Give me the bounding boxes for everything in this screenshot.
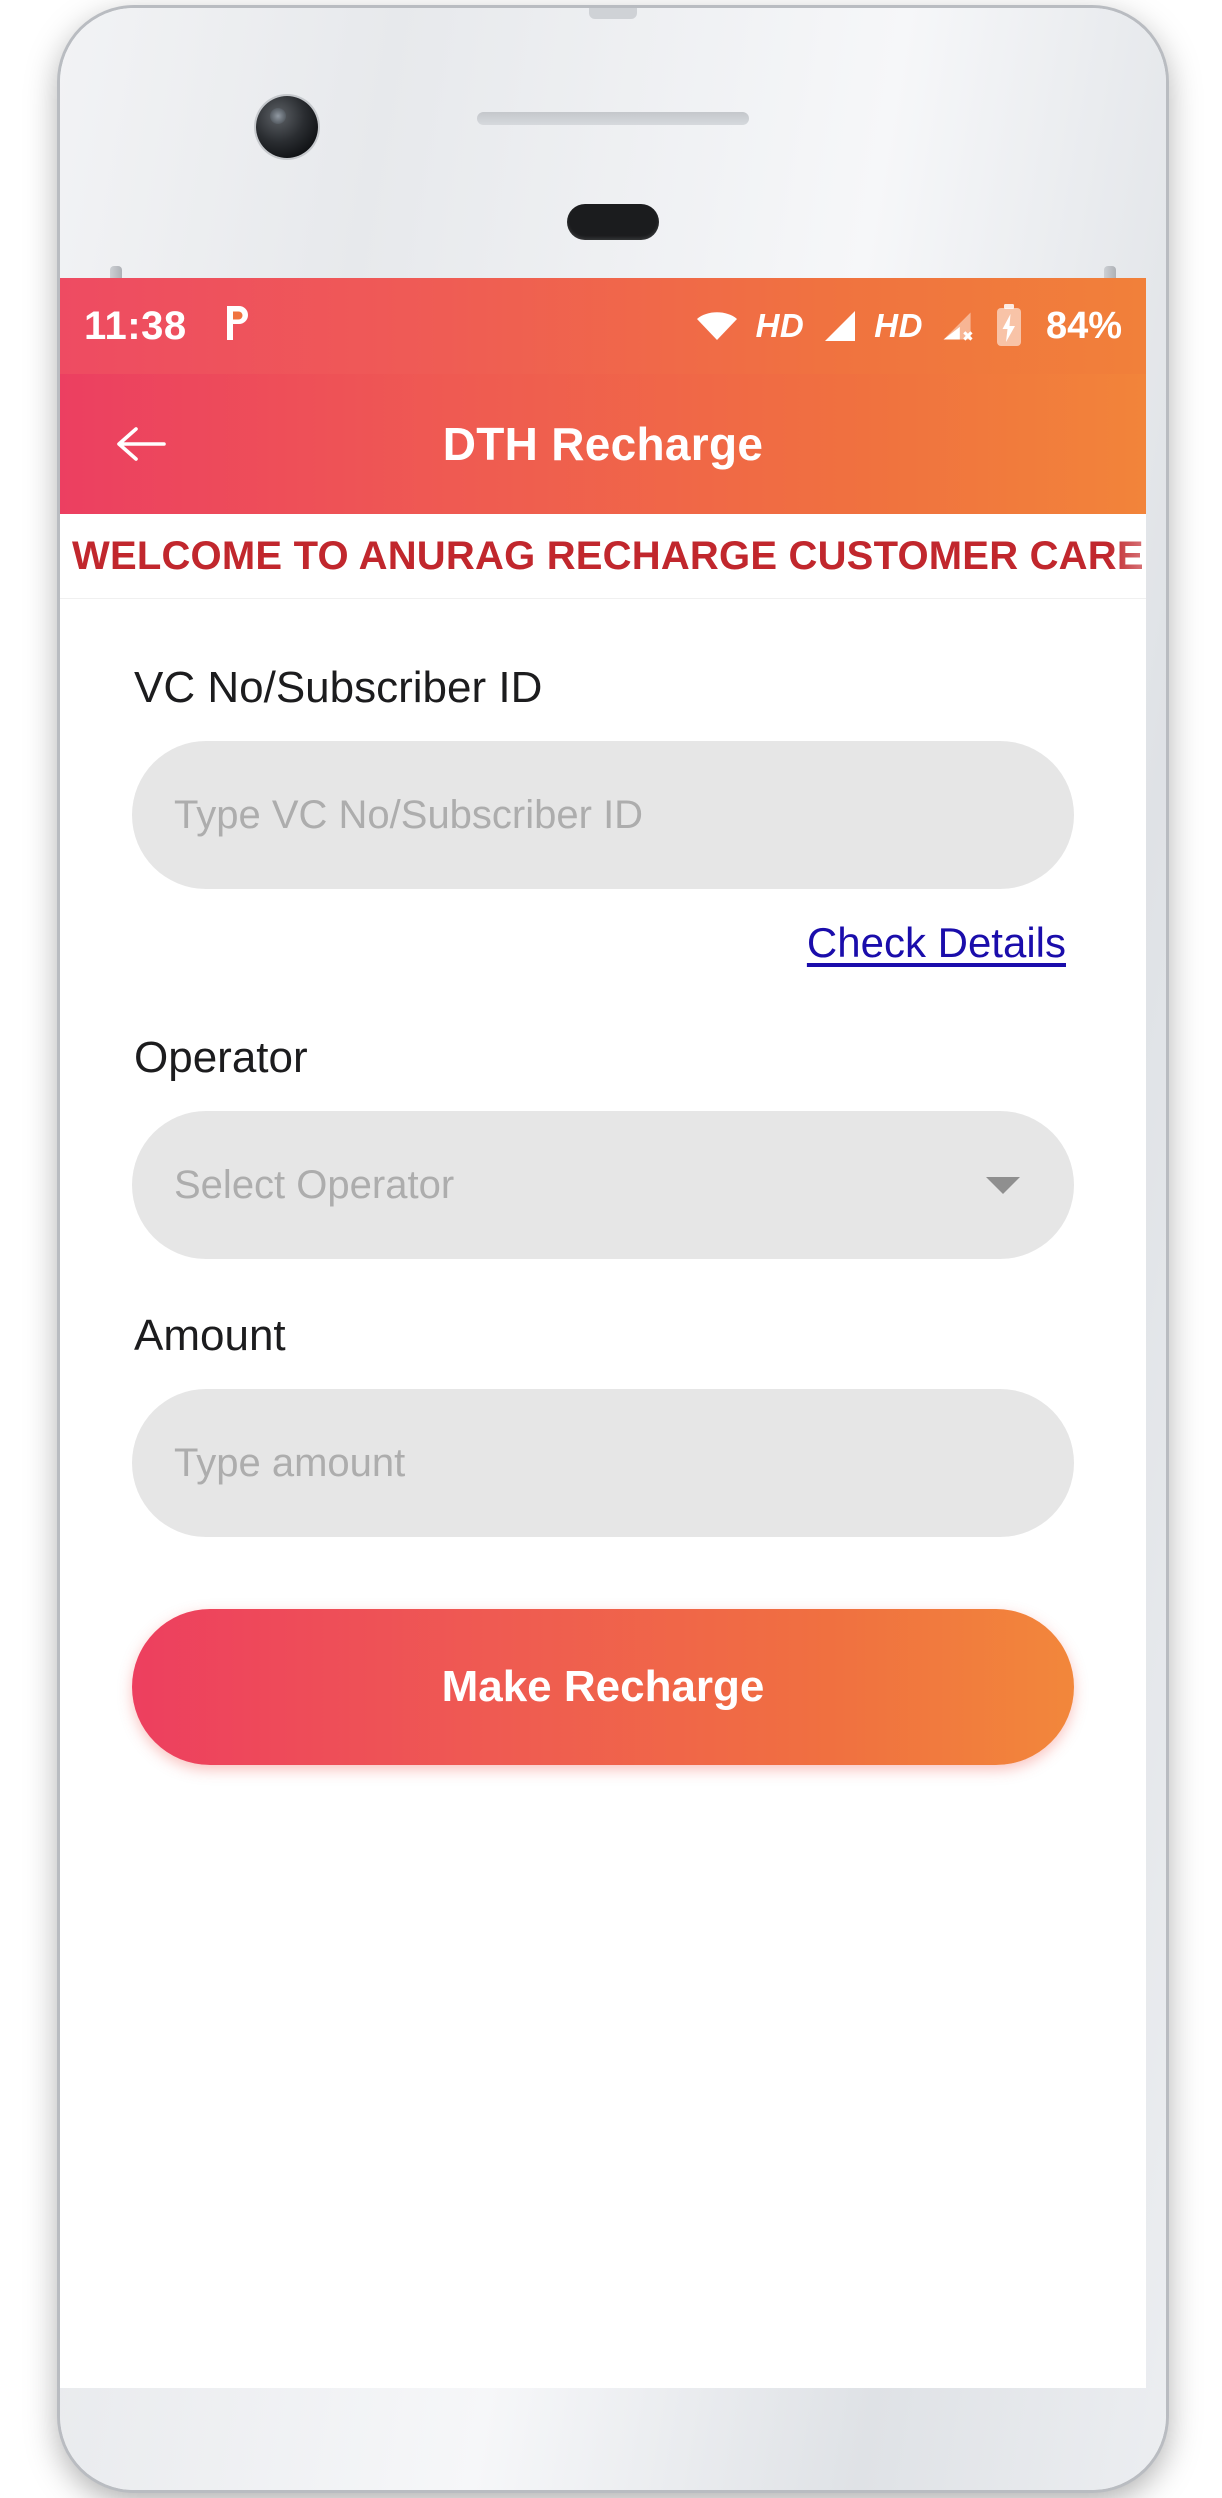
frame-top-nub — [589, 8, 637, 19]
marquee-banner: WELCOME TO ANURAG RECHARGE CUSTOMER CARE… — [60, 514, 1146, 599]
vc-number-placeholder: Type VC No/Subscriber ID — [174, 792, 644, 837]
marquee-text: WELCOME TO ANURAG RECHARGE CUSTOMER CARE… — [72, 533, 1146, 578]
signal-icon — [821, 309, 857, 343]
check-details-link[interactable]: Check Details — [807, 919, 1066, 967]
status-time: 11:38 — [84, 303, 187, 348]
operator-placeholder: Select Operator — [174, 1162, 455, 1207]
vc-number-label: VC No/Subscriber ID — [134, 663, 543, 712]
recharge-form: VC No/Subscriber ID Type VC No/Subscribe… — [60, 599, 1146, 2388]
battery-charging-icon — [993, 304, 1025, 348]
make-recharge-label: Make Recharge — [441, 1662, 765, 1711]
operator-label: Operator — [134, 1033, 308, 1082]
back-arrow-icon — [117, 427, 166, 461]
hd-label-1: HD — [755, 307, 805, 344]
vc-number-input[interactable]: Type VC No/Subscriber ID — [132, 741, 1074, 889]
wifi-icon — [695, 310, 739, 342]
amount-label: Amount — [134, 1311, 286, 1360]
hd-label-2: HD — [874, 307, 923, 344]
make-recharge-button[interactable]: Make Recharge — [132, 1609, 1074, 1765]
signal-off-icon — [940, 309, 976, 343]
front-camera-icon — [256, 96, 318, 158]
status-icons-group: HD HD 84% — [695, 304, 1122, 348]
operator-select[interactable]: Select Operator — [132, 1111, 1074, 1259]
back-button[interactable] — [86, 389, 196, 499]
app-bar: DTH Recharge — [60, 374, 1146, 514]
sensor-pill — [567, 204, 659, 240]
p-glyph-svg — [226, 305, 248, 340]
amount-input[interactable]: Type amount — [132, 1389, 1074, 1537]
check-details-row: Check Details — [132, 919, 1066, 967]
page-title: DTH Recharge — [442, 418, 764, 470]
status-bar: 11:38 HD HD 84% — [60, 278, 1146, 374]
phone-screen: 11:38 HD HD 84% DTH Recharge WELCOME TO … — [60, 278, 1146, 2388]
battery-percent: 84% — [1045, 304, 1122, 347]
paytm-p-icon — [223, 304, 253, 349]
amount-placeholder: Type amount — [174, 1440, 406, 1485]
earpiece-speaker — [477, 112, 749, 125]
chevron-down-icon — [986, 1176, 1020, 1194]
